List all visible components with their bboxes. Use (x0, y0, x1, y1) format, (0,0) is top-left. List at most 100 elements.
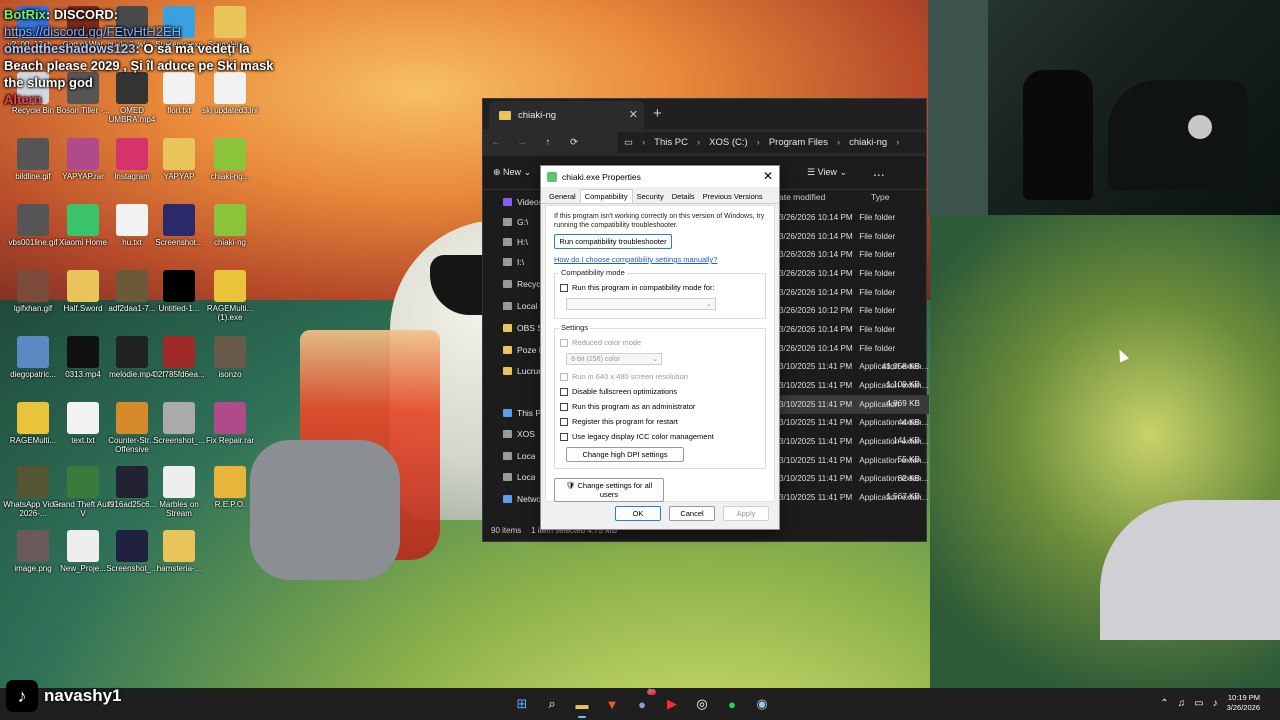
sidebar-item[interactable]: Videos (483, 191, 543, 212)
obs-icon[interactable]: ◎ (690, 692, 714, 716)
brave-browser-icon[interactable]: ▼ (600, 692, 624, 716)
sidebar-item-label: Loca (517, 471, 536, 482)
desktop-icon-image (67, 466, 99, 498)
desktop-icon[interactable]: hamsteria-... (148, 530, 210, 573)
all-users-label: Change settings for all users (577, 481, 653, 499)
sidebar-item[interactable]: Loca (483, 466, 535, 487)
back-arrow-icon[interactable]: ← (483, 137, 509, 148)
high-dpi-button[interactable]: Change high DPI settings (566, 447, 684, 462)
checkbox-box (560, 372, 568, 381)
column-date-modified[interactable]: ate modified (779, 192, 859, 202)
view-button-label: View (817, 167, 837, 177)
column-type[interactable]: Type (871, 192, 889, 202)
volume-icon[interactable]: ♪ (1213, 698, 1218, 709)
desktop-icon-image (67, 336, 99, 368)
breadcrumb-item[interactable]: This PC (654, 137, 688, 148)
refresh-icon[interactable]: ⟳ (561, 137, 587, 148)
tab-compatibility[interactable]: Compatibility (579, 189, 633, 203)
desktop-icon[interactable]: isonzo (199, 336, 261, 379)
color-depth-select[interactable]: 8-bit (256) color ⌄ (566, 353, 662, 365)
sidebar-item[interactable]: Poze R (483, 339, 545, 360)
row-date-modified: 3/10/2025 11:41 PM (779, 418, 853, 428)
row-size: 1,109 KB (886, 380, 920, 390)
chevron-up-icon[interactable]: ⌃ (1160, 698, 1168, 709)
clock[interactable]: 10:19 PM 3/26/2026 (1227, 693, 1260, 713)
sidebar-item-label: XOS (517, 428, 535, 439)
sidebar-item[interactable]: H:\ (483, 231, 528, 252)
drive-icon (503, 197, 512, 206)
run-troubleshooter-button[interactable]: Run compatibility troubleshooter (554, 234, 672, 249)
sidebar-item[interactable]: Local (483, 295, 537, 316)
apply-button[interactable]: Apply (723, 506, 769, 521)
sidebar-item-label: Local (517, 300, 538, 311)
up-arrow-icon[interactable]: ↑ (535, 137, 561, 148)
row-size: 4,869 KB (886, 398, 920, 408)
spotify-icon[interactable]: ● (720, 692, 744, 716)
tab-security[interactable]: Security (633, 190, 668, 203)
compatibility-mode-title: Compatibility mode (559, 268, 627, 277)
sidebar-item[interactable]: XOS (483, 423, 535, 444)
run-admin-checkbox[interactable]: Run this program as an administrator (560, 399, 760, 414)
sidebar-item[interactable]: Lucrur (483, 360, 541, 381)
tab-previous-versions[interactable]: Previous Versions (699, 190, 767, 203)
explorer-tab[interactable]: chiaki-ng ✕ (489, 101, 644, 129)
sidebar-item[interactable]: Recycl (483, 273, 543, 294)
manual-settings-link[interactable]: How do I choose compatibility settings m… (554, 255, 766, 264)
desktop-icon[interactable]: chiaki-ng (199, 204, 261, 247)
tab-details[interactable]: Details (668, 190, 699, 203)
more-options-icon[interactable]: ... (873, 163, 885, 179)
legacy-icc-checkbox[interactable]: Use legacy display ICC color management (560, 429, 760, 444)
sidebar-item[interactable]: Netwo (483, 488, 541, 509)
desktop-icon-image (163, 138, 195, 170)
clock-date: 3/26/2026 (1226, 703, 1260, 712)
sidebar-item[interactable]: OBS Sc (483, 317, 547, 338)
compat-mode-checkbox[interactable]: Run this program in compatibility mode f… (560, 280, 760, 295)
network-icon[interactable]: ▭ (1194, 698, 1203, 709)
view-button[interactable]: ☰ View ⌄ (807, 167, 847, 178)
desktop-icon[interactable]: R.E.P.O. (199, 466, 261, 509)
start-menu-icon[interactable]: ⊞ (510, 692, 534, 716)
close-tab-icon[interactable]: ✕ (629, 108, 638, 121)
cancel-button[interactable]: Cancel (669, 506, 715, 521)
sidebar-item[interactable]: Loca (483, 445, 535, 466)
disable-fullscreen-checkbox[interactable]: Disable fullscreen optimizations (560, 384, 760, 399)
new-button[interactable]: ⊕ New ⌄ (493, 167, 531, 178)
reduced-color-checkbox[interactable]: Reduced color mode (560, 335, 760, 350)
breadcrumb-item[interactable]: XOS (C:) (709, 137, 748, 148)
row-size (856, 227, 920, 246)
desktop-icon-image (67, 138, 99, 170)
youtube-icon[interactable]: ▶ (660, 692, 684, 716)
discord-icon[interactable]: ● 9+ (630, 689, 656, 716)
forward-arrow-icon[interactable]: → (509, 137, 535, 148)
sidebar-item[interactable]: I:\ (483, 251, 524, 272)
register-restart-checkbox[interactable]: Register this program for restart (560, 414, 760, 429)
address-bar[interactable]: ▭ › This PC › XOS (C:) › Program Files › chiaki… (618, 132, 926, 153)
desktop-icon-image (116, 270, 148, 302)
row-date-modified: 3/10/2025 11:41 PM (779, 493, 853, 503)
compat-os-select[interactable]: ⌄ (566, 298, 716, 310)
breadcrumb-separator-icon: › (696, 137, 701, 148)
search-icon[interactable]: ⌕ (540, 692, 564, 716)
desktop-icon[interactable]: RAGEMulti... (1).exe (199, 270, 261, 322)
sidebar-item[interactable]: G:\ (483, 211, 528, 232)
chat-user-name: omedtheshadows123 (4, 41, 136, 56)
all-users-button[interactable]: 🛡 Change settings for all users (554, 478, 664, 502)
breadcrumb-item[interactable]: Program Files (769, 137, 828, 148)
file-explorer-icon[interactable]: ▬ (570, 692, 594, 718)
tab-general[interactable]: General (545, 190, 580, 203)
ok-button[interactable]: OK (615, 506, 661, 521)
tiktok-username: navashy1 (44, 686, 122, 705)
system-tray: ⌃ ♫ ▭ ♪ 10:19 PM 3/26/2026 (1160, 693, 1260, 713)
chat-discord-link[interactable]: https://discord.gg/FEtvHtH2EH (4, 24, 181, 39)
new-tab-icon[interactable]: + (653, 105, 662, 122)
close-icon[interactable]: ✕ (763, 169, 773, 183)
row-date-modified: 3/26/2026 10:14 PM (779, 212, 853, 222)
desktop-icon[interactable]: chiaki-ng... (199, 138, 261, 181)
desktop-icon[interactable]: Fix Repair.rar (199, 402, 261, 445)
microphone-icon[interactable]: ♫ (1178, 698, 1186, 709)
steam-icon[interactable]: ◉ (750, 692, 774, 716)
res-640-checkbox[interactable]: Run in 640 x 480 screen resolution (560, 369, 760, 384)
monitor-icon: ▭ (624, 137, 633, 148)
sidebar-item[interactable]: This PC (483, 402, 547, 423)
breadcrumb-item[interactable]: chiaki-ng (849, 137, 887, 148)
